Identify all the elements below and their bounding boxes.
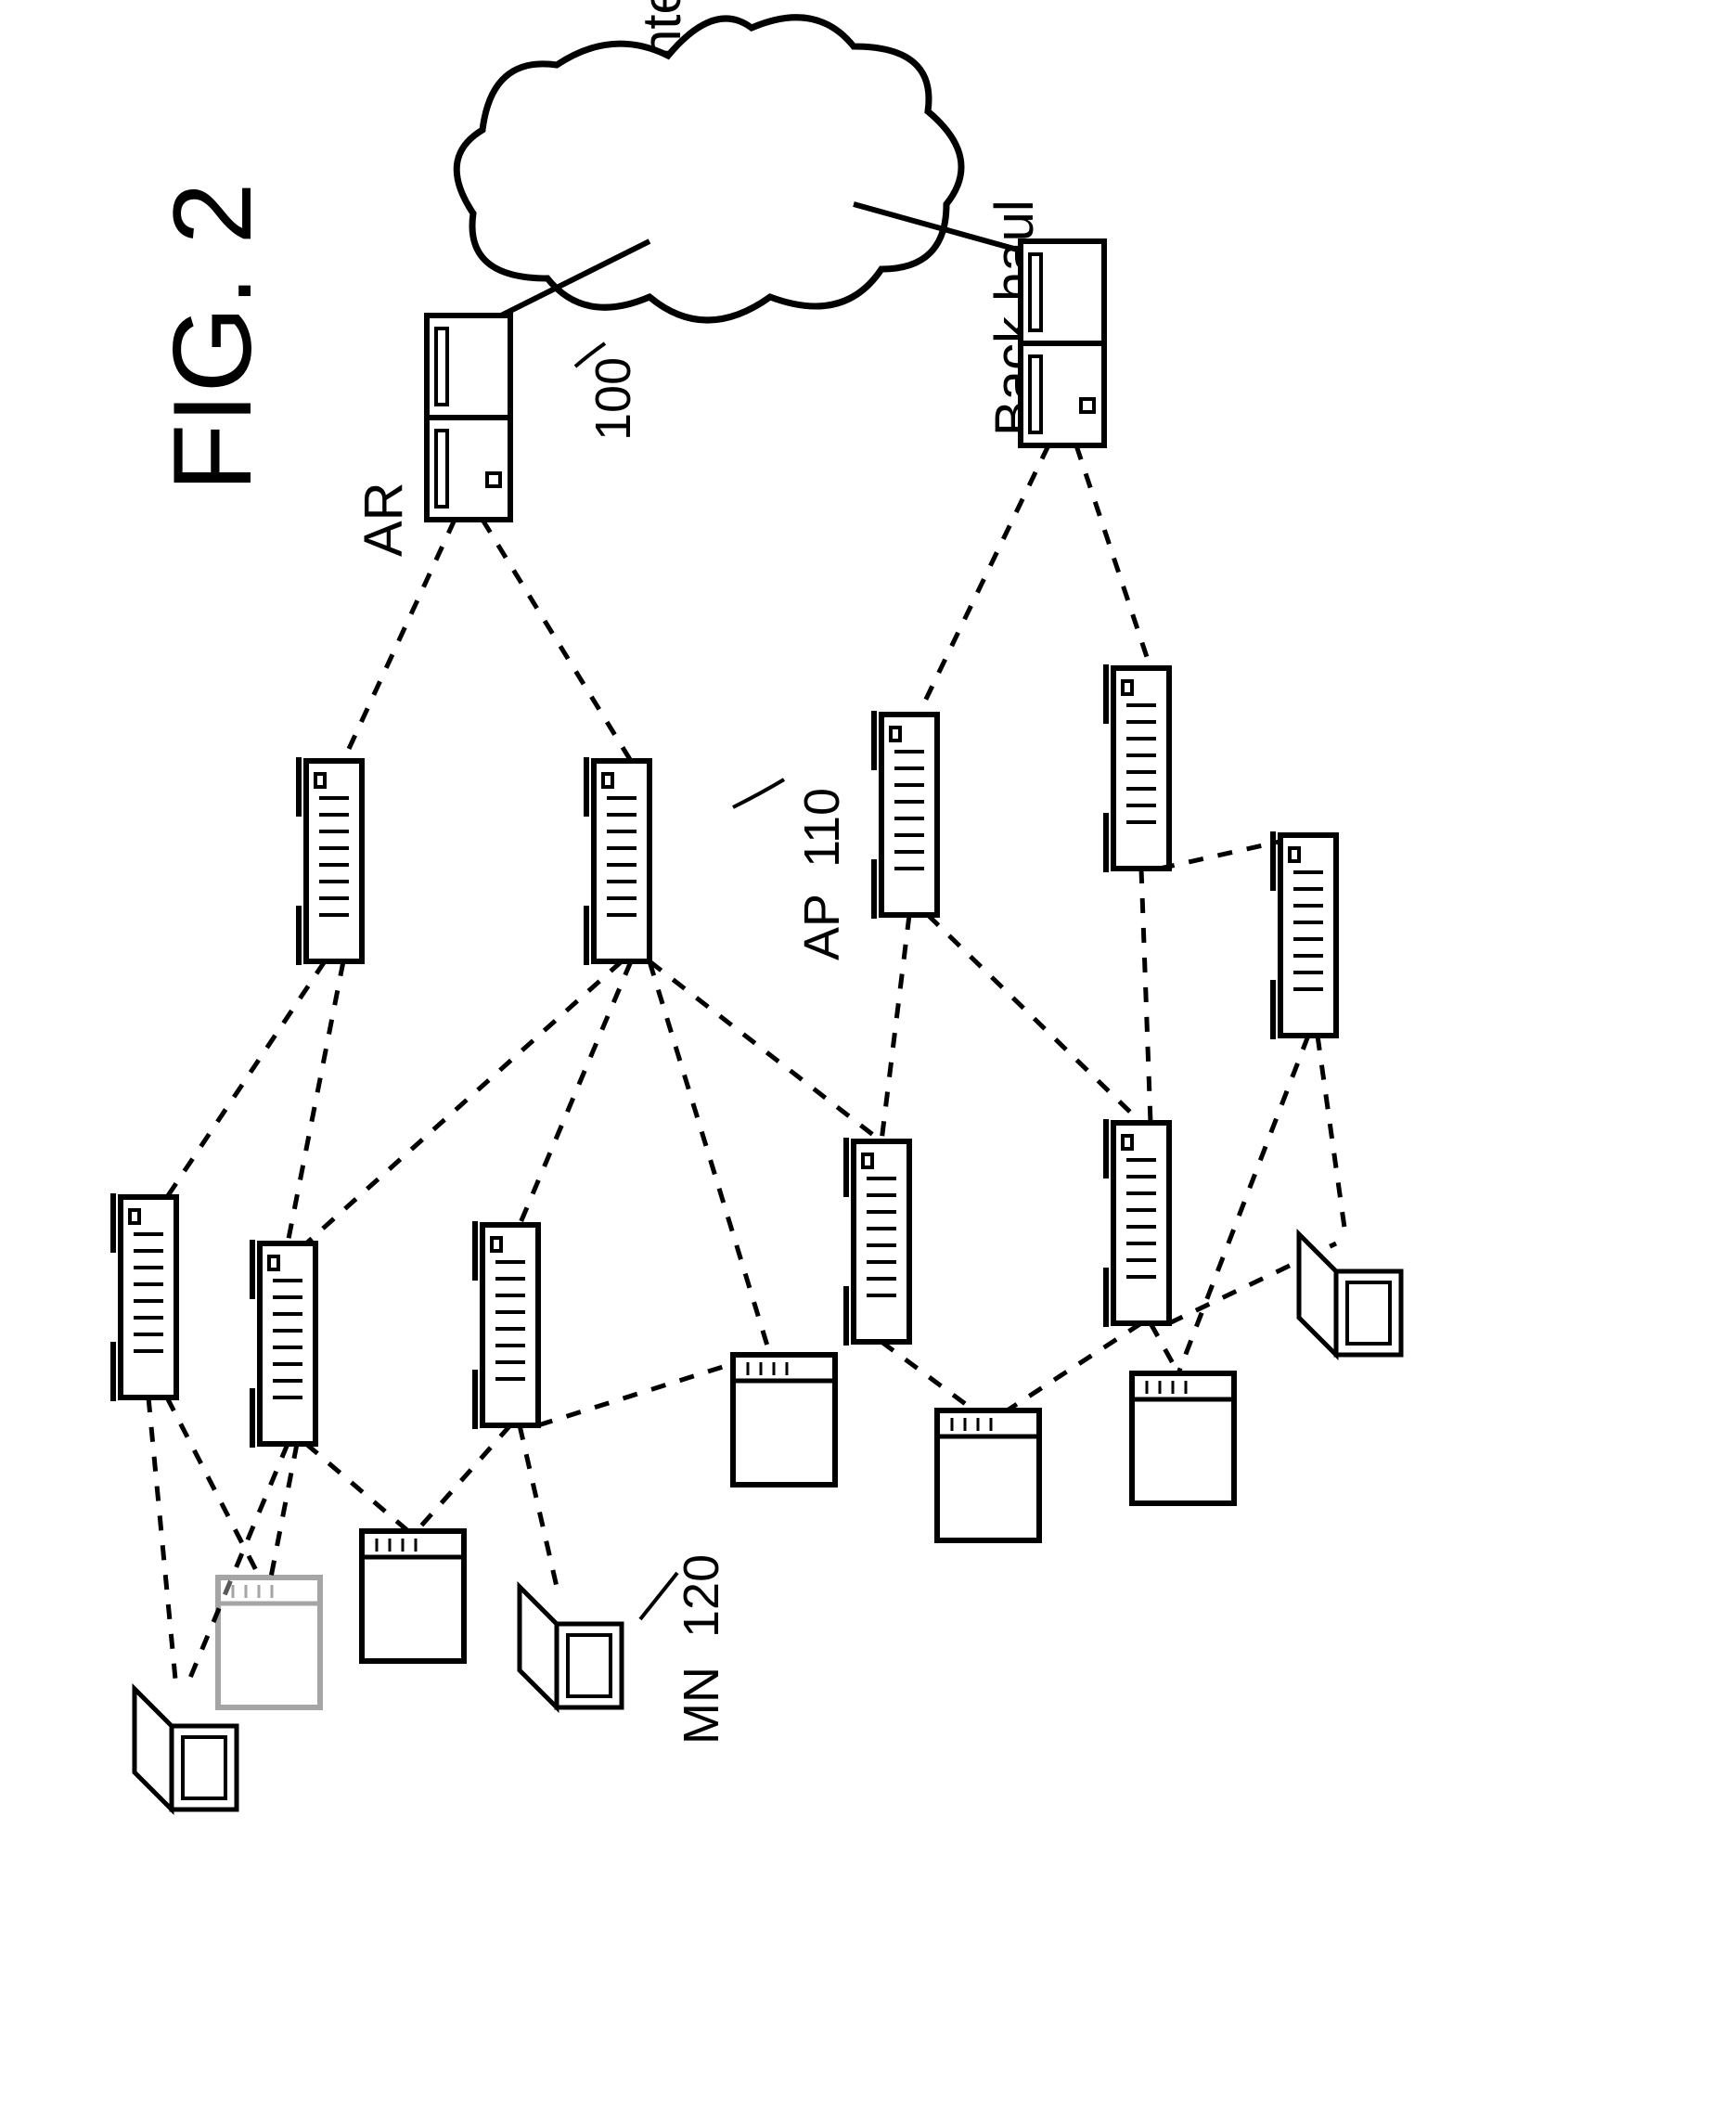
mn-leader-text: MN: [673, 1667, 730, 1745]
leader-120-line: [640, 1573, 677, 1619]
router-ar-icon: [427, 316, 510, 520]
ap-icon: [252, 1240, 315, 1448]
pc-icon: [937, 1410, 1039, 1540]
internet-label: Internet: [631, 0, 693, 74]
figure-title: FIG. 2: [148, 183, 276, 492]
ap-icon: [586, 757, 649, 965]
links-tier1-tier2: [167, 835, 1308, 1243]
links-tier2-mn: [148, 961, 1345, 1689]
ap-icon: [1106, 664, 1169, 872]
ap-icon: [299, 757, 362, 965]
pc-icon: [1132, 1373, 1234, 1503]
link-cloud-arleft: [501, 241, 649, 316]
ap-icon: [1106, 1119, 1169, 1327]
laptop-icon: [135, 1689, 237, 1809]
ap-icon: [113, 1193, 176, 1401]
laptop-icon: [1299, 1234, 1401, 1355]
ap-icon: [846, 1138, 909, 1346]
laptop-icon: [520, 1587, 622, 1707]
ap-icon: [874, 711, 937, 919]
diagram-canvas: FIG. 2 Internet AR 100 Back haul 110 AP …: [0, 0, 1736, 2125]
ar-label: AR: [353, 482, 415, 557]
ar-leader-number: 100: [585, 357, 642, 441]
pc-icon: [362, 1531, 464, 1661]
pc-icon: [733, 1355, 835, 1485]
pc-icon-faint: [218, 1578, 320, 1707]
leader-110-line: [733, 779, 784, 807]
mn-leader-number: 120: [673, 1554, 730, 1638]
ap-icon: [475, 1221, 538, 1429]
backhaul-label: Back haul: [984, 200, 1046, 436]
ap-leader-number: 110: [793, 788, 851, 868]
internet-cloud-icon: [457, 18, 961, 320]
ap-leader-text: AP: [793, 894, 851, 960]
links-tier0-tier1: [343, 445, 1151, 761]
ap-icon: [1273, 831, 1336, 1039]
